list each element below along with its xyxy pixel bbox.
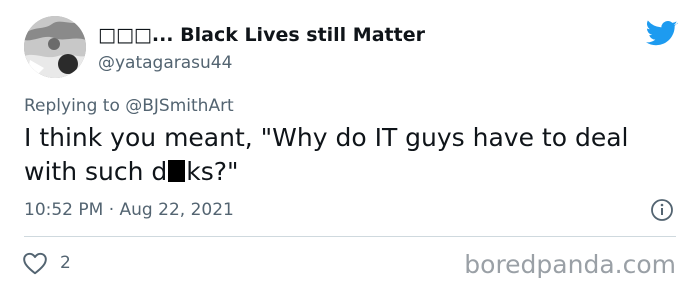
boredpanda-watermark: boredpanda.com xyxy=(464,250,676,279)
avatar-image xyxy=(24,16,86,78)
censor-block xyxy=(168,160,186,182)
reply-mention-link[interactable]: @BJSmithArt xyxy=(125,96,233,116)
tweet-text: I think you meant, "Why do IT guys have … xyxy=(24,121,684,189)
replying-to-label: Replying to xyxy=(24,96,126,116)
divider xyxy=(24,236,676,237)
twitter-bird-icon[interactable] xyxy=(646,20,678,48)
tweet-text-part-2: ks?" xyxy=(186,157,239,186)
heart-icon xyxy=(23,252,47,275)
author-display-name[interactable]: □□□... Black Lives still Matter xyxy=(98,24,425,46)
tweet-timestamp[interactable]: 10:52 PM · Aug 22, 2021 xyxy=(24,200,234,220)
avatar[interactable] xyxy=(24,16,86,78)
author-handle[interactable]: @yatagarasu44 xyxy=(98,53,232,73)
info-icon[interactable] xyxy=(650,198,674,222)
like-count: 2 xyxy=(60,253,71,273)
replying-to: Replying to @BJSmithArt xyxy=(24,96,234,116)
like-button[interactable]: 2 xyxy=(22,251,71,275)
tweet-text-part-1: I think you meant, "Why do IT guys have … xyxy=(24,123,629,186)
